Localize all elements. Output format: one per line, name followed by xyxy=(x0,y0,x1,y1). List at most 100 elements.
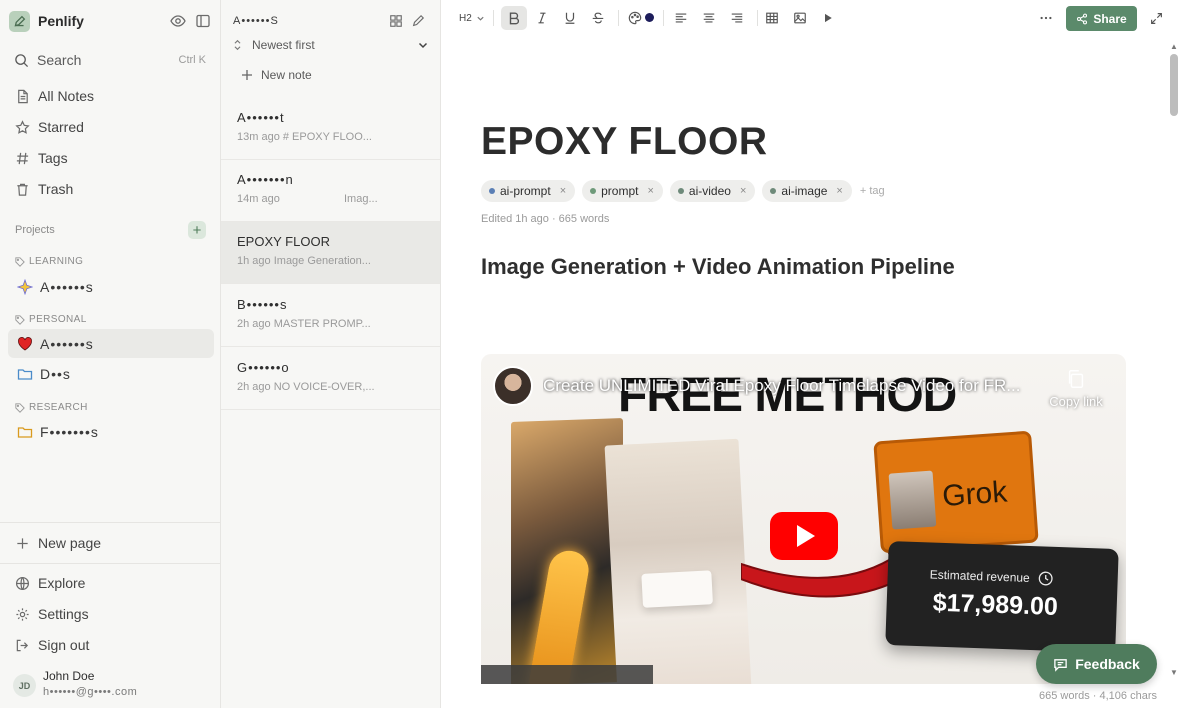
note-title: EPOXY FLOOR xyxy=(237,234,330,249)
tag-chip[interactable]: ai-image × xyxy=(762,180,852,202)
tag-color-dot xyxy=(590,188,597,194)
copy-link-label: Copy link xyxy=(1049,394,1103,409)
strikethrough-button[interactable] xyxy=(585,6,611,30)
nav-all-notes[interactable]: All Notes xyxy=(8,82,214,110)
note-meta: 2h ago NO VOICE-OVER,... xyxy=(237,381,427,393)
new-note-button[interactable]: New note xyxy=(241,68,312,82)
tag-icon xyxy=(15,402,25,413)
revenue-label: Estimated revenue xyxy=(929,567,1030,585)
group-heading-research: RESEARCH xyxy=(15,402,88,413)
tag-chip[interactable]: ai-video × xyxy=(669,180,756,202)
nav-sign-out[interactable]: Sign out xyxy=(8,631,214,659)
feedback-label: Feedback xyxy=(1075,656,1140,672)
note-preview: NO VOICE-OVER,... xyxy=(273,381,375,393)
brand[interactable]: Penlify xyxy=(9,10,84,32)
word-count: 665 words · 4,106 chars xyxy=(1038,690,1157,702)
section-heading[interactable]: Image Generation + Video Animation Pipel… xyxy=(481,254,955,280)
avatar[interactable]: JD xyxy=(13,674,36,697)
remove-tag-icon[interactable]: × xyxy=(740,185,746,197)
page-title[interactable]: EPOXY FLOOR xyxy=(481,120,768,164)
current-color-swatch[interactable] xyxy=(645,13,654,22)
add-project-button[interactable]: + xyxy=(188,221,206,239)
nav-settings[interactable]: Settings xyxy=(8,600,214,628)
more-horizontal-icon xyxy=(1040,16,1052,20)
edited-info: Edited 1h ago · 665 words xyxy=(481,213,610,225)
insert-image-button[interactable] xyxy=(787,6,813,30)
nav-tags[interactable]: Tags xyxy=(8,144,214,172)
grid-view-icon[interactable] xyxy=(389,14,403,28)
align-right-icon xyxy=(731,13,743,23)
copy-link-button[interactable]: Copy link xyxy=(1046,368,1106,409)
eye-icon[interactable] xyxy=(170,13,186,29)
nav-starred[interactable]: Starred xyxy=(8,113,214,141)
plus-icon xyxy=(17,537,28,549)
sort-dropdown[interactable]: Newest first xyxy=(233,37,429,53)
note-list-item[interactable]: A•••••••n 14m ago Imag... xyxy=(221,160,440,222)
channel-avatar[interactable] xyxy=(493,366,533,406)
underline-button[interactable] xyxy=(557,6,583,30)
align-left-button[interactable] xyxy=(668,6,694,30)
note-meta: 2h ago MASTER PROMP... xyxy=(237,318,427,330)
tag-chip[interactable]: ai-prompt × xyxy=(481,180,576,202)
project-item[interactable]: D••s xyxy=(8,359,214,388)
share-icon xyxy=(1077,13,1088,24)
note-list-item-active[interactable]: EPOXY FLOOR 1h ago Image Generation... xyxy=(221,222,440,284)
add-tag-input[interactable]: + tag xyxy=(860,185,885,197)
project-item[interactable]: F•••••••s xyxy=(8,417,214,446)
feedback-button[interactable]: Feedback xyxy=(1036,644,1157,684)
video-embed[interactable]: FREE METHOD Grok Estimated revenue $17,9… xyxy=(481,354,1126,684)
group-heading-learning: LEARNING xyxy=(15,256,83,267)
more-options-button[interactable] xyxy=(1033,6,1059,30)
nav-explore[interactable]: Explore xyxy=(8,569,214,597)
remove-tag-icon[interactable]: × xyxy=(647,185,653,197)
clock-icon xyxy=(1038,571,1053,586)
scroll-up-arrow[interactable]: ▲ xyxy=(1169,42,1179,52)
scroll-down-arrow[interactable]: ▼ xyxy=(1169,668,1179,678)
project-item[interactable]: A••••••s xyxy=(8,272,214,301)
tag-chip[interactable]: prompt × xyxy=(582,180,663,202)
note-preview: # EPOXY FLOO... xyxy=(282,131,372,143)
youtube-play-button[interactable] xyxy=(770,512,838,560)
note-list-item[interactable]: B••••••s 2h ago MASTER PROMP... xyxy=(221,285,440,347)
search-label: Search xyxy=(37,52,82,68)
insert-video-button[interactable] xyxy=(815,6,841,30)
video-title[interactable]: Create UNLIMITED Viral Epoxy Floor Timel… xyxy=(543,376,1043,396)
insert-table-button[interactable] xyxy=(759,6,785,30)
table-icon xyxy=(766,12,778,24)
note-meta: 1h ago Image Generation... xyxy=(237,255,427,267)
scrollbar-thumb[interactable] xyxy=(1170,54,1178,116)
search-button[interactable]: Search Ctrl K xyxy=(8,47,214,73)
heading-level-dropdown[interactable]: H2 xyxy=(459,13,485,24)
new-page-button[interactable]: New page xyxy=(8,529,214,557)
project-item[interactable]: A••••••s xyxy=(8,329,214,358)
underline-icon xyxy=(565,12,575,24)
globe-icon xyxy=(15,576,30,590)
align-right-button[interactable] xyxy=(724,6,750,30)
remove-tag-icon[interactable]: × xyxy=(836,185,842,197)
edit-icon[interactable] xyxy=(411,14,425,28)
remove-tag-icon[interactable]: × xyxy=(560,185,566,197)
sidebar: Penlify Search Ctrl K All Notes Starred … xyxy=(0,0,221,708)
note-time: 1h ago xyxy=(237,255,271,267)
new-page-label: New page xyxy=(38,535,102,551)
note-meta: 13m ago # EPOXY FLOO... xyxy=(237,131,427,143)
sidebar-toggle-icon[interactable] xyxy=(195,13,211,29)
search-shortcut: Ctrl K xyxy=(178,54,207,66)
note-list-item[interactable]: G••••••o 2h ago NO VOICE-OVER,... xyxy=(221,348,440,410)
heading-level-label: H2 xyxy=(459,13,472,24)
share-button[interactable]: Share xyxy=(1066,6,1137,31)
italic-button[interactable] xyxy=(529,6,555,30)
group-name: RESEARCH xyxy=(29,402,88,413)
sort-label: Newest first xyxy=(252,38,315,52)
expand-button[interactable] xyxy=(1143,6,1169,30)
nav-trash[interactable]: Trash xyxy=(8,175,214,203)
projects-heading: Projects xyxy=(15,224,55,236)
revenue-card: Estimated revenue $17,989.00 xyxy=(885,541,1119,653)
project-label: F•••••••s xyxy=(40,423,99,440)
sparkle-icon xyxy=(17,278,33,295)
align-center-button[interactable] xyxy=(696,6,722,30)
bold-button[interactable] xyxy=(501,6,527,30)
tag-color-dot xyxy=(489,188,495,194)
note-time: 13m ago xyxy=(237,131,280,143)
note-list-item[interactable]: A••••••t 13m ago # EPOXY FLOO... xyxy=(221,98,440,160)
